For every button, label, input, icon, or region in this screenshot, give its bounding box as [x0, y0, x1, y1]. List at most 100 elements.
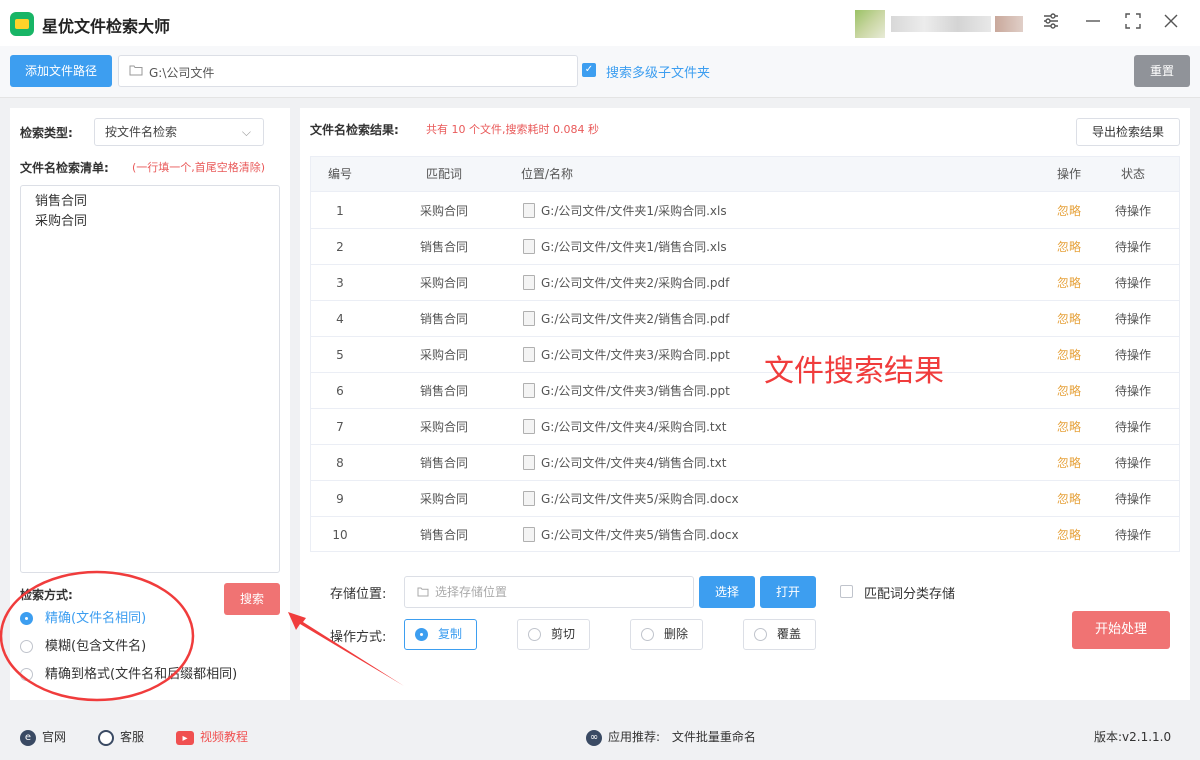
- user-avatar[interactable]: [855, 10, 1025, 38]
- col-path: 位置/名称: [521, 167, 574, 181]
- row-keyword: 销售合同: [419, 312, 468, 326]
- row-number: 1: [336, 204, 344, 218]
- ignore-link[interactable]: 忽略: [1045, 265, 1093, 301]
- row-status: 待操作: [1114, 276, 1151, 290]
- row-status: 待操作: [1114, 240, 1151, 254]
- table-row[interactable]: 3 采购合同 G:/公司文件/文件夹2/采购合同.pdf 忽略 待操作: [311, 265, 1179, 301]
- store-location-input[interactable]: 选择存储位置: [404, 576, 694, 608]
- export-results-button[interactable]: 导出检索结果: [1076, 118, 1180, 146]
- row-keyword: 采购合同: [419, 420, 468, 434]
- op-overwrite[interactable]: 覆盖: [743, 619, 816, 650]
- list-item: 采购合同: [35, 214, 88, 229]
- table-row[interactable]: 7 采购合同 G:/公司文件/文件夹4/采购合同.txt 忽略 待操作: [311, 409, 1179, 445]
- path-value: G:\公司文件: [149, 66, 215, 80]
- table-row[interactable]: 9 采购合同 G:/公司文件/文件夹5/采购合同.docx 忽略 待操作: [311, 481, 1179, 517]
- chevron-down-icon: ⌵: [241, 125, 251, 139]
- row-status: 待操作: [1114, 492, 1151, 506]
- op-cut[interactable]: 剪切: [517, 619, 590, 650]
- close-icon[interactable]: [1160, 12, 1182, 34]
- start-processing-button[interactable]: 开始处理: [1072, 611, 1170, 649]
- search-type-label: 检索类型:: [20, 126, 73, 140]
- row-keyword: 采购合同: [419, 276, 468, 290]
- classify-checkbox[interactable]: [840, 585, 853, 598]
- table-row[interactable]: 5 采购合同 G:/公司文件/文件夹3/采购合同.ppt 忽略 待操作: [311, 337, 1179, 373]
- search-type-select[interactable]: 按文件名检索 ⌵: [94, 118, 264, 146]
- add-path-button[interactable]: 添加文件路径: [10, 55, 112, 87]
- row-number: 4: [336, 312, 344, 326]
- method-fuzzy[interactable]: 模糊(包含文件名): [20, 635, 146, 655]
- ie-icon: e: [20, 729, 36, 746]
- op-cut-label: 剪切: [551, 627, 576, 641]
- op-copy[interactable]: 复制: [404, 619, 477, 650]
- method-exact[interactable]: 精确(文件名相同): [20, 607, 146, 627]
- table-row[interactable]: 10 销售合同 G:/公司文件/文件夹5/销售合同.docx 忽略 待操作: [311, 517, 1179, 551]
- filename-list-textarea[interactable]: 销售合同 采购合同: [20, 185, 280, 573]
- store-placeholder: 选择存储位置: [435, 585, 508, 599]
- row-status: 待操作: [1114, 528, 1151, 542]
- table-row[interactable]: 4 销售合同 G:/公司文件/文件夹2/销售合同.pdf 忽略 待操作: [311, 301, 1179, 337]
- row-status: 待操作: [1114, 456, 1151, 470]
- row-path-text: G:/公司文件/文件夹1/采购合同.xls: [541, 204, 727, 218]
- file-icon: [523, 347, 535, 362]
- path-input[interactable]: G:\公司文件: [118, 55, 578, 87]
- video-label: 视频教程: [200, 730, 249, 744]
- settings-icon[interactable]: [1040, 12, 1062, 34]
- website-link[interactable]: e 官网: [20, 728, 66, 746]
- ignore-link[interactable]: 忽略: [1045, 517, 1093, 551]
- table-row[interactable]: 2 销售合同 G:/公司文件/文件夹1/销售合同.xls 忽略 待操作: [311, 229, 1179, 265]
- results-summary: 共有 10 个文件,搜索耗时 0.084 秒: [426, 123, 599, 136]
- op-copy-label: 复制: [438, 627, 463, 641]
- recommend-label: 应用推荐:: [608, 730, 661, 744]
- subfolder-label[interactable]: 搜索多级子文件夹: [606, 62, 710, 81]
- folder-icon: [129, 65, 143, 76]
- radio-icon: [415, 628, 428, 641]
- row-path: G:/公司文件/文件夹4/销售合同.txt: [523, 445, 1043, 481]
- table-row[interactable]: 1 采购合同 G:/公司文件/文件夹1/采购合同.xls 忽略 待操作: [311, 193, 1179, 229]
- row-path-text: G:/公司文件/文件夹5/销售合同.docx: [541, 528, 739, 542]
- search-button[interactable]: 搜索: [224, 583, 280, 615]
- ignore-link[interactable]: 忽略: [1045, 445, 1093, 481]
- list-label: 文件名检索清单:: [20, 161, 109, 175]
- row-keyword: 销售合同: [419, 240, 468, 254]
- ignore-link[interactable]: 忽略: [1045, 229, 1093, 265]
- row-keyword: 销售合同: [419, 456, 468, 470]
- table-row[interactable]: 8 销售合同 G:/公司文件/文件夹4/销售合同.txt 忽略 待操作: [311, 445, 1179, 481]
- classify-label[interactable]: 匹配词分类存储: [864, 583, 955, 602]
- op-delete[interactable]: 删除: [630, 619, 703, 650]
- minimize-icon[interactable]: [1082, 12, 1104, 34]
- ignore-link[interactable]: 忽略: [1045, 409, 1093, 445]
- ignore-link[interactable]: 忽略: [1045, 481, 1093, 517]
- row-status: 待操作: [1114, 420, 1151, 434]
- service-link[interactable]: 客服: [98, 728, 144, 746]
- row-path-text: G:/公司文件/文件夹4/销售合同.txt: [541, 456, 727, 470]
- ignore-link[interactable]: 忽略: [1045, 373, 1093, 409]
- table-row[interactable]: 6 销售合同 G:/公司文件/文件夹3/销售合同.ppt 忽略 待操作: [311, 373, 1179, 409]
- recommend-app-link[interactable]: 文件批量重命名: [672, 730, 756, 744]
- chat-icon: [98, 729, 114, 746]
- row-number: 2: [336, 240, 344, 254]
- ignore-link[interactable]: 忽略: [1045, 337, 1093, 373]
- open-location-button[interactable]: 打开: [760, 576, 816, 608]
- results-table: 编号 匹配词 位置/名称 操作 状态 1 采购合同 G:/公司文件/文件夹1/采购合…: [310, 156, 1180, 552]
- ignore-link[interactable]: 忽略: [1045, 301, 1093, 337]
- list-item: 销售合同: [35, 194, 88, 209]
- method-exact-ext[interactable]: 精确到格式(文件名和后缀都相同): [20, 663, 237, 683]
- col-keyword: 匹配词: [425, 167, 462, 181]
- title-bar: 星优文件检索大师: [0, 0, 1200, 46]
- maximize-icon[interactable]: [1122, 12, 1144, 34]
- row-path-text: G:/公司文件/文件夹1/销售合同.xls: [541, 240, 727, 254]
- row-path: G:/公司文件/文件夹5/销售合同.docx: [523, 517, 1043, 551]
- file-icon: [523, 203, 535, 218]
- video-tutorial-link[interactable]: ▸ 视频教程: [176, 728, 248, 745]
- row-path: G:/公司文件/文件夹5/采购合同.docx: [523, 481, 1043, 517]
- ignore-link[interactable]: 忽略: [1045, 193, 1093, 229]
- select-location-button[interactable]: 选择: [699, 576, 755, 608]
- version-text: 版本:v2.1.1.0: [1094, 730, 1172, 744]
- reset-button[interactable]: 重置: [1134, 55, 1190, 87]
- row-path-text: G:/公司文件/文件夹3/采购合同.ppt: [541, 348, 730, 362]
- file-icon: [523, 491, 535, 506]
- row-path-text: G:/公司文件/文件夹2/销售合同.pdf: [541, 312, 730, 326]
- row-keyword: 销售合同: [419, 528, 468, 542]
- row-path-text: G:/公司文件/文件夹5/采购合同.docx: [541, 492, 739, 506]
- subfolder-checkbox[interactable]: ✓: [582, 63, 596, 77]
